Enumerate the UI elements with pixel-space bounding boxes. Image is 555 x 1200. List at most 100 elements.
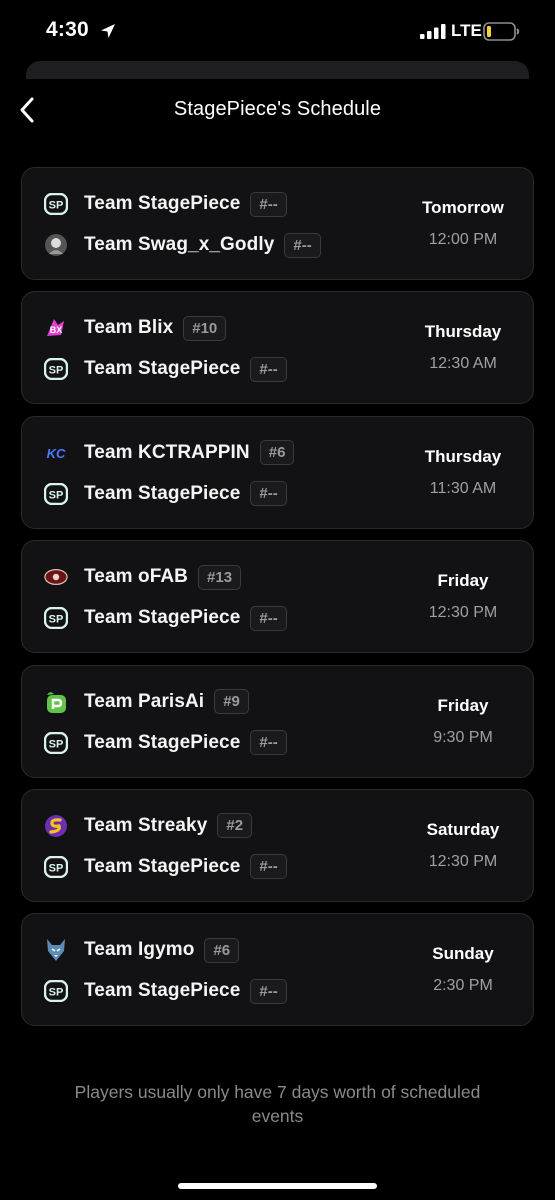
svg-text:BX: BX: [50, 325, 63, 335]
team-row-home: Team Igymo #6: [44, 935, 240, 965]
streaky-logo-icon: [44, 814, 68, 838]
rank-badge: #2: [217, 813, 253, 839]
team-row-home: KC Team KCTRAPPIN #6: [44, 438, 295, 468]
rank-badge: #9: [214, 689, 249, 715]
location-arrow-icon: [101, 24, 115, 38]
match-day: Friday: [437, 571, 489, 591]
rank-badge: #--: [250, 191, 287, 217]
stagepiece-logo-icon: SP: [44, 979, 68, 1003]
rank-badge: #6: [204, 937, 240, 963]
blix-logo-icon: BX: [44, 316, 68, 340]
match-time: Thursday 12:30 AM: [393, 322, 533, 373]
match-hour: 9:30 PM: [433, 728, 493, 746]
schedule-list: SP Team StagePiece #-- Team Swag_x_Godly #--…: [21, 167, 534, 1038]
team-row-home: SP Team StagePiece #--: [44, 189, 287, 219]
match-card[interactable]: SP Team StagePiece #-- Team Swag_x_Godly #--…: [21, 167, 534, 280]
stagepiece-logo-icon: SP: [44, 357, 68, 381]
ofab-logo-icon: [44, 565, 68, 589]
igymo-logo-icon: [44, 938, 68, 962]
stagepiece-logo-icon: SP: [44, 192, 68, 216]
match-time: Thursday 11:30 AM: [393, 447, 533, 498]
team-row-away: SP Team StagePiece #--: [44, 852, 287, 882]
rank-badge: #--: [250, 730, 287, 756]
match-day: Friday: [437, 695, 489, 715]
footer-note: Players usually only have 7 days worth o…: [74, 1082, 481, 1126]
team-row-away: SP Team StagePiece #--: [44, 354, 287, 384]
rank-badge: #6: [259, 440, 295, 466]
team-name: Team StagePiece: [84, 980, 241, 1002]
team-row-home: Team ParisAi #9: [44, 687, 249, 717]
svg-text:SP: SP: [49, 365, 64, 377]
match-day: Thursday: [424, 322, 502, 342]
battery-icon: [483, 22, 520, 41]
team-name: Team Streaky: [84, 814, 208, 836]
match-card[interactable]: Team oFAB #13 SP Team StagePiece #-- Friday 12…: [21, 540, 534, 654]
match-card[interactable]: Team Igymo #6 SP Team StagePiece #-- Sunday 2:…: [21, 913, 534, 1027]
svg-text:SP: SP: [49, 614, 64, 626]
svg-text:SP: SP: [49, 862, 64, 874]
match-time: Saturday 12:30 PM: [393, 820, 533, 871]
page-title: StagePiece's Schedule: [173, 98, 382, 120]
rank-badge: #--: [250, 854, 287, 880]
rank-badge: #--: [250, 356, 287, 382]
match-hour: 12:30 PM: [428, 604, 498, 622]
svg-text:SP: SP: [49, 738, 64, 750]
match-hour: 12:00 PM: [428, 231, 498, 248]
stagepiece-logo-icon: SP: [44, 855, 68, 879]
svg-text:SP: SP: [49, 200, 64, 212]
match-card[interactable]: KC Team KCTRAPPIN #6 SP Team StagePiece #-- Th…: [21, 415, 534, 529]
rank-badge: #--: [250, 978, 287, 1004]
team-row-away: SP Team StagePiece #--: [44, 728, 287, 758]
signal-bars-icon: [420, 24, 446, 39]
rank-badge: #--: [250, 481, 287, 507]
team-name: Team StagePiece: [84, 193, 241, 214]
team-row-away: SP Team StagePiece #--: [44, 976, 287, 1006]
status-bar: 4:30 LTE: [0, 0, 555, 64]
stagepiece-logo-icon: SP: [44, 606, 68, 630]
match-card[interactable]: Team Streaky #2 SP Team StagePiece #-- Saturd…: [21, 788, 534, 902]
match-day: Thursday: [424, 446, 502, 466]
rank-badge: #--: [250, 605, 287, 631]
rank-badge: #10: [183, 315, 227, 341]
team-row-away: Team Swag_x_Godly #--: [44, 230, 321, 260]
team-row-home: BX Team Blix #10: [44, 313, 227, 343]
match-day: Saturday: [426, 819, 500, 839]
match-card[interactable]: BX Team Blix #10 SP Team StagePiece #-- Thursd…: [21, 291, 534, 405]
kctrappin-logo-icon: KC: [44, 441, 68, 465]
parisai-logo-icon: [44, 690, 68, 714]
match-time: Friday 9:30 PM: [393, 696, 533, 747]
svg-text:KC: KC: [47, 446, 66, 461]
team-name: Team ParisAi: [84, 690, 205, 712]
network-type: LTE: [451, 21, 482, 40]
team-row-away: SP Team StagePiece #--: [44, 479, 287, 509]
team-row-home: Team Streaky #2: [44, 811, 253, 841]
team-name: Team KCTRAPPIN: [84, 441, 250, 463]
stagepiece-logo-icon: SP: [44, 482, 68, 506]
team-row-home: Team oFAB #13: [44, 562, 242, 592]
match-card[interactable]: Team ParisAi #9 SP Team StagePiece #-- Friday…: [21, 664, 534, 778]
match-time: Sunday 2:30 PM: [393, 944, 533, 995]
rank-badge: #13: [198, 564, 242, 590]
status-time: 4:30: [46, 18, 89, 41]
team-name: Team StagePiece: [84, 607, 241, 629]
match-day: Sunday: [432, 944, 494, 964]
team-name: Team StagePiece: [84, 731, 241, 753]
match-hour: 2:30 PM: [433, 977, 493, 995]
team-row-away: SP Team StagePiece #--: [44, 603, 287, 633]
svg-text:SP: SP: [49, 489, 64, 501]
team-name: Team StagePiece: [84, 855, 241, 877]
team-name: Team Blix: [84, 317, 174, 339]
swag-godly-logo-icon: [44, 233, 68, 257]
rank-badge: #--: [284, 232, 321, 258]
stagepiece-logo-icon: SP: [44, 731, 68, 755]
svg-text:SP: SP: [49, 987, 64, 999]
team-name: Team StagePiece: [84, 482, 241, 504]
team-name: Team Swag_x_Godly: [84, 234, 275, 255]
match-hour: 12:30 PM: [428, 852, 498, 870]
match-day: Tomorrow: [422, 198, 504, 217]
team-name: Team oFAB: [84, 566, 189, 588]
team-name: Team StagePiece: [84, 358, 241, 380]
sheet-edge: [26, 61, 529, 79]
match-time: Friday 12:30 PM: [393, 571, 533, 622]
match-hour: 11:30 AM: [429, 479, 497, 497]
